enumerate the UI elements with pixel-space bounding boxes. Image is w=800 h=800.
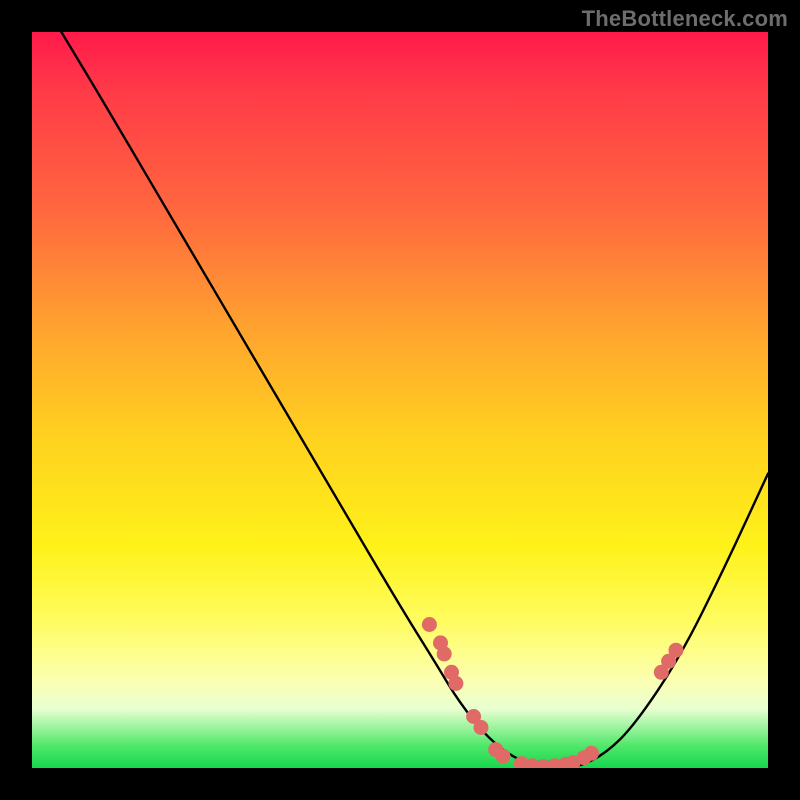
plot-area	[32, 32, 768, 768]
marker-dot	[448, 676, 463, 691]
watermark-text: TheBottleneck.com	[582, 6, 788, 32]
marker-dot	[584, 746, 599, 761]
marker-dot	[496, 749, 511, 764]
bottleneck-curve	[61, 32, 768, 768]
outer-frame: TheBottleneck.com	[0, 0, 800, 800]
marker-dot	[437, 646, 452, 661]
marker-dot	[474, 720, 489, 735]
marker-dot	[422, 617, 437, 632]
marker-dot	[669, 643, 684, 658]
highlight-markers	[422, 617, 684, 768]
curve-layer	[32, 32, 768, 768]
